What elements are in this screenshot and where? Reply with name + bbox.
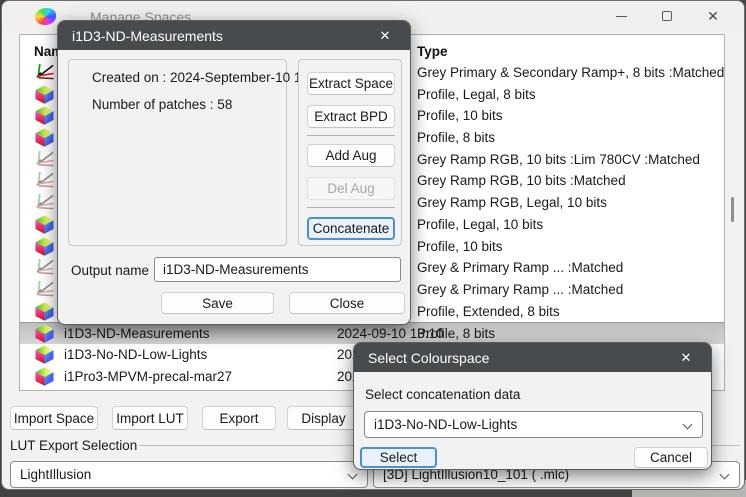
dialog-close-footer-button[interactable]: Close xyxy=(289,292,405,314)
row-type: Grey Ramp RGB, 10 bits :Lim 780CV :Match… xyxy=(417,151,700,167)
separator xyxy=(307,135,395,136)
cancel-button[interactable]: Cancel xyxy=(634,447,708,468)
row-type: Profile, 8 bits xyxy=(417,326,496,342)
chevron-down-icon xyxy=(347,469,358,480)
chevron-down-icon xyxy=(682,419,693,430)
colourspace-icon xyxy=(35,150,54,169)
list-item[interactable]: i1D3-ND-Measurements 2024-09-10 13:10 Pr… xyxy=(20,322,724,344)
colourspace-icon xyxy=(35,215,54,234)
display-button[interactable]: Display xyxy=(287,406,360,430)
separator xyxy=(307,207,395,208)
chevron-down-icon xyxy=(719,469,730,480)
row-name: i1D3-ND-Measurements xyxy=(64,326,210,342)
close-icon: ✕ xyxy=(680,349,692,365)
lut-format-dropdown[interactable]: LightIllusion xyxy=(10,461,368,488)
patch-count-text: Number of patches : 58 xyxy=(92,97,233,112)
minimize-icon xyxy=(615,15,627,17)
colourspace-icon xyxy=(35,85,54,104)
save-button[interactable]: Save xyxy=(161,292,274,314)
output-name-label: Output name xyxy=(71,263,150,278)
colourspace-icon xyxy=(35,63,54,82)
lut-export-selection-label: LUT Export Selection xyxy=(10,438,138,453)
row-type: Profile, Legal, 10 bits xyxy=(417,216,544,232)
close-icon: ✕ xyxy=(379,27,391,43)
row-type: Profile, 8 bits xyxy=(417,130,496,146)
extract-bpd-button[interactable]: Extract BPD xyxy=(307,105,395,128)
colourspace-icon xyxy=(35,128,54,147)
concatenate-button[interactable]: Concatenate xyxy=(307,217,395,240)
colourspace-icon xyxy=(35,237,54,256)
maximize-icon xyxy=(662,11,672,21)
row-type: Profile, Extended, 8 bits xyxy=(417,303,560,319)
colourspace-icon xyxy=(35,171,54,190)
concatenation-data-value: i1D3-No-ND-Low-Lights xyxy=(374,417,518,432)
colourspace-icon xyxy=(35,280,54,299)
concatenation-data-label: Select concatenation data xyxy=(365,387,521,402)
row-type: Profile, Legal, 8 bits xyxy=(417,86,536,102)
row-type: Profile, 10 bits xyxy=(417,238,503,254)
add-aug-button[interactable]: Add Aug xyxy=(307,144,395,167)
colourspace-dialog-titlebar[interactable]: Select Colourspace ✕ xyxy=(354,343,711,372)
colourspace-icon xyxy=(35,345,54,364)
colourspace-dialog-title: Select Colourspace xyxy=(368,349,490,366)
select-colourspace-dialog: Select Colourspace ✕ Select concatenatio… xyxy=(353,342,712,470)
colourspace-icon xyxy=(35,302,54,321)
app-logo-icon xyxy=(35,8,56,25)
import-space-button[interactable]: Import Space xyxy=(10,406,98,430)
row-type: Grey Ramp RGB, Legal, 10 bits xyxy=(417,195,607,211)
row-type: Grey Ramp RGB, 10 bits :Matched xyxy=(417,173,626,189)
colourspace-icon xyxy=(35,106,54,125)
export-button[interactable]: Export xyxy=(202,406,276,430)
created-on-text: Created on : 2024-September-10 13:10 xyxy=(92,70,328,85)
row-name: i1D3-No-ND-Low-Lights xyxy=(64,346,208,362)
colourspace-icon xyxy=(35,324,54,343)
close-button[interactable]: ✕ xyxy=(690,1,736,31)
close-icon: ✕ xyxy=(707,8,719,24)
measurements-dialog: i1D3-ND-Measurements ✕ Created on : 2024… xyxy=(57,20,411,325)
minimize-button[interactable] xyxy=(598,1,644,31)
vertical-scrollbar[interactable] xyxy=(731,197,734,222)
concatenation-data-dropdown[interactable]: i1D3-No-ND-Low-Lights xyxy=(364,411,703,438)
window-controls: ✕ xyxy=(598,1,736,31)
maximize-button[interactable] xyxy=(644,1,690,31)
extract-space-button[interactable]: Extract Space xyxy=(307,72,395,95)
colourspace-icon xyxy=(35,367,54,386)
del-aug-button-disabled: Del Aug xyxy=(307,177,395,200)
row-type: Profile, 10 bits xyxy=(417,108,503,124)
actions-groupbox: Extract Space Extract BPD Add Aug Del Au… xyxy=(298,59,402,246)
dialog-close-button[interactable]: ✕ xyxy=(667,343,705,372)
measurements-dialog-title: i1D3-ND-Measurements xyxy=(72,27,223,44)
output-name-input[interactable]: i1D3-ND-Measurements xyxy=(154,257,401,282)
import-lut-button[interactable]: Import LUT xyxy=(112,406,188,430)
row-name: i1Pro3-MPVM-precal-mar27 xyxy=(64,368,233,384)
row-type: Grey & Primary Ramp ... :Matched xyxy=(417,260,624,276)
row-type: Grey & Primary Ramp ... :Matched xyxy=(417,281,624,297)
output-name-value: i1D3-ND-Measurements xyxy=(163,262,309,277)
column-header-type[interactable]: Type xyxy=(417,44,448,59)
lut-format-value: LightIllusion xyxy=(20,467,92,482)
colourspace-icon xyxy=(35,193,54,212)
colourspace-icon xyxy=(35,258,54,277)
select-button[interactable]: Select xyxy=(360,447,437,468)
measurements-dialog-titlebar[interactable]: i1D3-ND-Measurements ✕ xyxy=(58,21,410,50)
info-groupbox: Created on : 2024-September-10 13:10 Num… xyxy=(68,59,328,246)
dialog-close-button[interactable]: ✕ xyxy=(366,21,404,50)
row-type: Grey Primary & Secondary Ramp+, 8 bits :… xyxy=(417,65,725,80)
